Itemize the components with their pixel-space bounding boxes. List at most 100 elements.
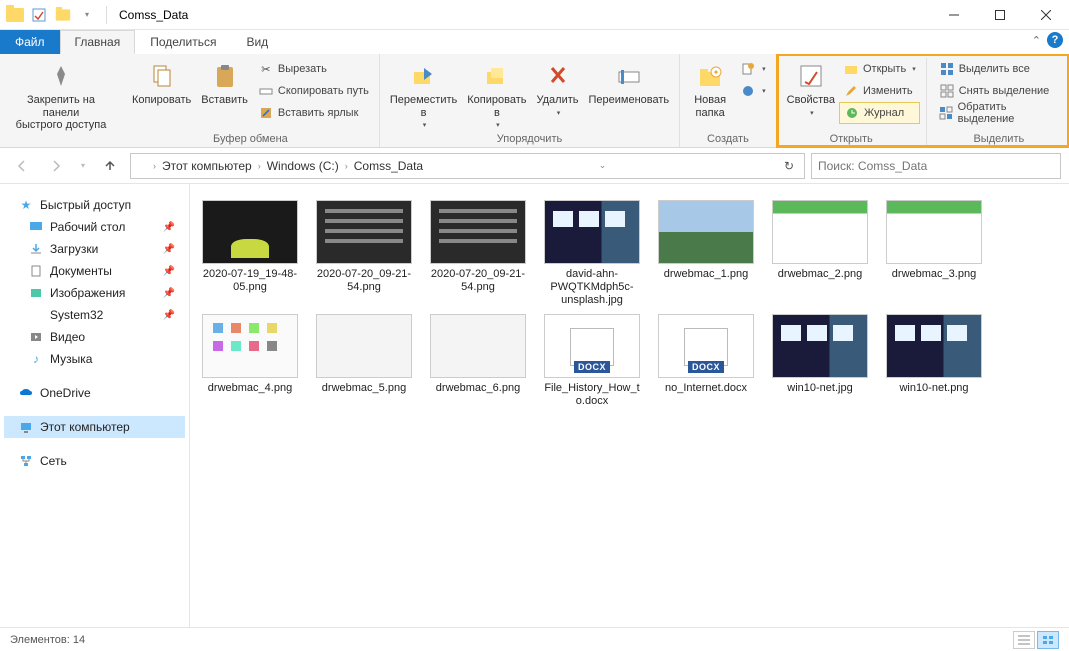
chevron-icon[interactable]: ›	[258, 161, 261, 171]
paste-shortcut-button[interactable]: Вставить ярлык	[254, 102, 373, 124]
search-input[interactable]	[818, 159, 1054, 173]
recent-dropdown[interactable]: ▾	[76, 152, 90, 180]
sidebar-desktop[interactable]: Рабочий стол📌	[4, 216, 185, 238]
sidebar-system32[interactable]: System32📌	[4, 304, 185, 326]
sidebar-music[interactable]: ♪Музыка	[4, 348, 185, 370]
maximize-button[interactable]	[977, 0, 1023, 30]
file-item[interactable]: 2020-07-19_19-48-05.png	[198, 200, 302, 308]
file-list[interactable]: 2020-07-19_19-48-05.png2020-07-20_09-21-…	[190, 184, 1069, 627]
file-item[interactable]: drwebmac_6.png	[426, 314, 530, 408]
history-button[interactable]: Журнал	[839, 102, 920, 124]
sidebar-quick-access[interactable]: ★Быстрый доступ	[4, 194, 185, 216]
copy-to-button[interactable]: Копировать в▾	[463, 58, 530, 131]
crumb-drive[interactable]: Windows (C:)	[263, 159, 343, 173]
history-icon	[844, 105, 860, 121]
details-view-button[interactable]	[1013, 631, 1035, 649]
file-item[interactable]: 2020-07-20_09-21-54.png	[426, 200, 530, 308]
cut-button[interactable]: ✂Вырезать	[254, 58, 373, 80]
file-thumbnail	[316, 200, 412, 264]
crumb-pc[interactable]: Этот компьютер	[158, 159, 256, 173]
file-name: win10-net.jpg	[787, 382, 852, 395]
file-item[interactable]: win10-net.png	[882, 314, 986, 408]
address-bar[interactable]: › Этот компьютер › Windows (C:) › Comss_…	[130, 153, 805, 179]
sidebar-videos[interactable]: Видео	[4, 326, 185, 348]
close-button[interactable]	[1023, 0, 1069, 30]
sidebar-network[interactable]: Сеть	[4, 450, 185, 472]
copy-to-icon	[481, 60, 513, 92]
new-item-button[interactable]: ▾	[736, 58, 770, 80]
file-item[interactable]: drwebmac_1.png	[654, 200, 758, 308]
pc-icon	[18, 419, 34, 435]
pin-icon	[45, 60, 77, 92]
ribbon-tabs: Файл Главная Поделиться Вид ⌃ ?	[0, 30, 1069, 54]
edit-button[interactable]: Изменить	[839, 80, 920, 102]
sidebar-pictures[interactable]: Изображения📌	[4, 282, 185, 304]
easy-access-button[interactable]: ▾	[736, 80, 770, 102]
file-item[interactable]: win10-net.jpg	[768, 314, 872, 408]
sidebar-onedrive[interactable]: OneDrive	[4, 382, 185, 404]
music-icon: ♪	[28, 351, 44, 367]
help-icon[interactable]: ?	[1047, 32, 1063, 48]
file-item[interactable]: DOCXno_Internet.docx	[654, 314, 758, 408]
move-to-button[interactable]: Переместить в▾	[386, 58, 461, 131]
invert-selection-button[interactable]: Обратить выделение	[935, 102, 1063, 124]
scissors-icon: ✂	[258, 61, 274, 77]
search-box[interactable]	[811, 153, 1061, 179]
new-folder-button[interactable]: ✦ Новая папка	[686, 58, 734, 121]
qat-new-folder-icon[interactable]	[52, 4, 74, 26]
navigation-pane: ★Быстрый доступ Рабочий стол📌 Загрузки📌 …	[0, 184, 190, 627]
open-button[interactable]: Открыть▾	[839, 58, 920, 80]
rename-button[interactable]: Переименовать	[585, 58, 674, 109]
item-count: 14	[73, 634, 85, 646]
file-item[interactable]: drwebmac_5.png	[312, 314, 416, 408]
addr-dropdown-icon[interactable]: ⌄	[593, 160, 613, 171]
tab-view[interactable]: Вид	[231, 30, 283, 54]
chevron-icon[interactable]: ›	[345, 161, 348, 171]
copy-path-button[interactable]: Скопировать путь	[254, 80, 373, 102]
tab-share[interactable]: Поделиться	[135, 30, 231, 54]
collapse-ribbon-icon[interactable]: ⌃	[1032, 34, 1041, 47]
new-item-icon	[740, 61, 756, 77]
file-item[interactable]: david-ahn-PWQTKMdph5c-unsplash.jpg	[540, 200, 644, 308]
file-name: File_History_How_to.docx	[542, 382, 642, 408]
pin-quick-access-button[interactable]: Закрепить на панели быстрого доступа	[6, 58, 116, 134]
paste-button[interactable]: Вставить	[197, 58, 252, 109]
back-button[interactable]	[8, 152, 36, 180]
file-thumbnail	[886, 200, 982, 264]
file-name: drwebmac_5.png	[322, 382, 406, 395]
select-all-button[interactable]: Выделить все	[935, 58, 1063, 80]
file-thumbnail	[316, 314, 412, 378]
minimize-button[interactable]	[931, 0, 977, 30]
file-item[interactable]: drwebmac_4.png	[198, 314, 302, 408]
delete-button[interactable]: Удалить▾	[533, 58, 583, 119]
file-item[interactable]: drwebmac_3.png	[882, 200, 986, 308]
status-bar: Элементов: 14	[0, 627, 1069, 651]
up-button[interactable]	[96, 152, 124, 180]
file-item[interactable]: DOCXFile_History_How_to.docx	[540, 314, 644, 408]
tab-home[interactable]: Главная	[60, 30, 136, 54]
star-icon: ★	[18, 197, 34, 213]
sidebar-documents[interactable]: Документы📌	[4, 260, 185, 282]
copy-button[interactable]: Копировать	[128, 58, 195, 109]
crumb-folder[interactable]: Comss_Data	[350, 159, 427, 173]
thumbnails-view-button[interactable]	[1037, 631, 1059, 649]
chevron-icon[interactable]: ›	[153, 161, 156, 171]
file-item[interactable]: drwebmac_2.png	[768, 200, 872, 308]
file-name: win10-net.png	[899, 382, 968, 395]
refresh-icon[interactable]: ↻	[778, 159, 800, 173]
file-item[interactable]: 2020-07-20_09-21-54.png	[312, 200, 416, 308]
forward-button[interactable]	[42, 152, 70, 180]
folder-icon	[28, 307, 44, 323]
rename-icon	[613, 60, 645, 92]
sidebar-downloads[interactable]: Загрузки📌	[4, 238, 185, 260]
shortcut-icon	[258, 105, 274, 121]
file-thumbnail	[772, 200, 868, 264]
tab-file[interactable]: Файл	[0, 30, 60, 54]
select-none-button[interactable]: Снять выделение	[935, 80, 1063, 102]
file-thumbnail	[430, 314, 526, 378]
sidebar-this-pc[interactable]: Этот компьютер	[4, 416, 185, 438]
qat-properties-icon[interactable]	[28, 4, 50, 26]
file-name: no_Internet.docx	[665, 382, 747, 395]
qat-dropdown-icon[interactable]: ▾	[76, 4, 98, 26]
properties-button[interactable]: Свойства▾	[783, 58, 839, 124]
